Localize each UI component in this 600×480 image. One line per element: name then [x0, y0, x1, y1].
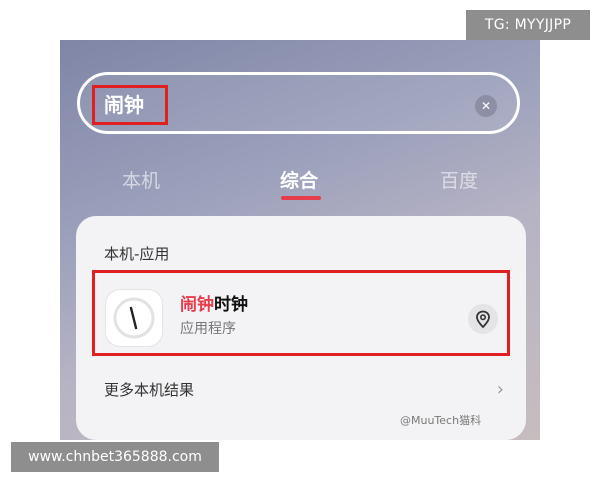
chevron-right-icon: ›	[496, 379, 504, 400]
location-pin-icon[interactable]	[468, 304, 498, 334]
app-name-match: 闹钟	[180, 295, 214, 315]
tab-all[interactable]: 综合	[280, 168, 318, 194]
app-name-rest: 时钟	[214, 295, 248, 315]
active-tab-indicator	[281, 196, 321, 200]
close-icon[interactable]: ✕	[475, 95, 497, 117]
clock-icon[interactable]	[106, 290, 162, 346]
more-local-results-label: 更多本机结果	[104, 381, 195, 399]
watermark: @MuuTech猫科	[400, 414, 482, 427]
phone-screen: 闹钟 ✕ 本机 综合 百度 本机-应用 闹钟时钟 应用程序 更多本机结果 › @…	[60, 40, 540, 440]
more-local-results[interactable]: 更多本机结果 ›	[104, 380, 504, 404]
results-card: 本机-应用 闹钟时钟 应用程序 更多本机结果 ›	[76, 216, 526, 440]
tab-baidu[interactable]: 百度	[440, 168, 478, 194]
tab-local[interactable]: 本机	[122, 168, 160, 194]
url-badge: www.chnbet365888.com	[11, 442, 219, 472]
section-title: 本机-应用	[104, 245, 170, 263]
search-bar[interactable]: 闹钟 ✕	[77, 72, 520, 134]
tg-badge: TG: MYYJJPP	[466, 10, 590, 40]
app-result-subtitle: 应用程序	[180, 321, 236, 337]
search-tabs: 本机 综合 百度	[60, 168, 540, 208]
app-result-title[interactable]: 闹钟时钟	[180, 294, 248, 316]
search-query-text[interactable]: 闹钟	[104, 89, 144, 121]
